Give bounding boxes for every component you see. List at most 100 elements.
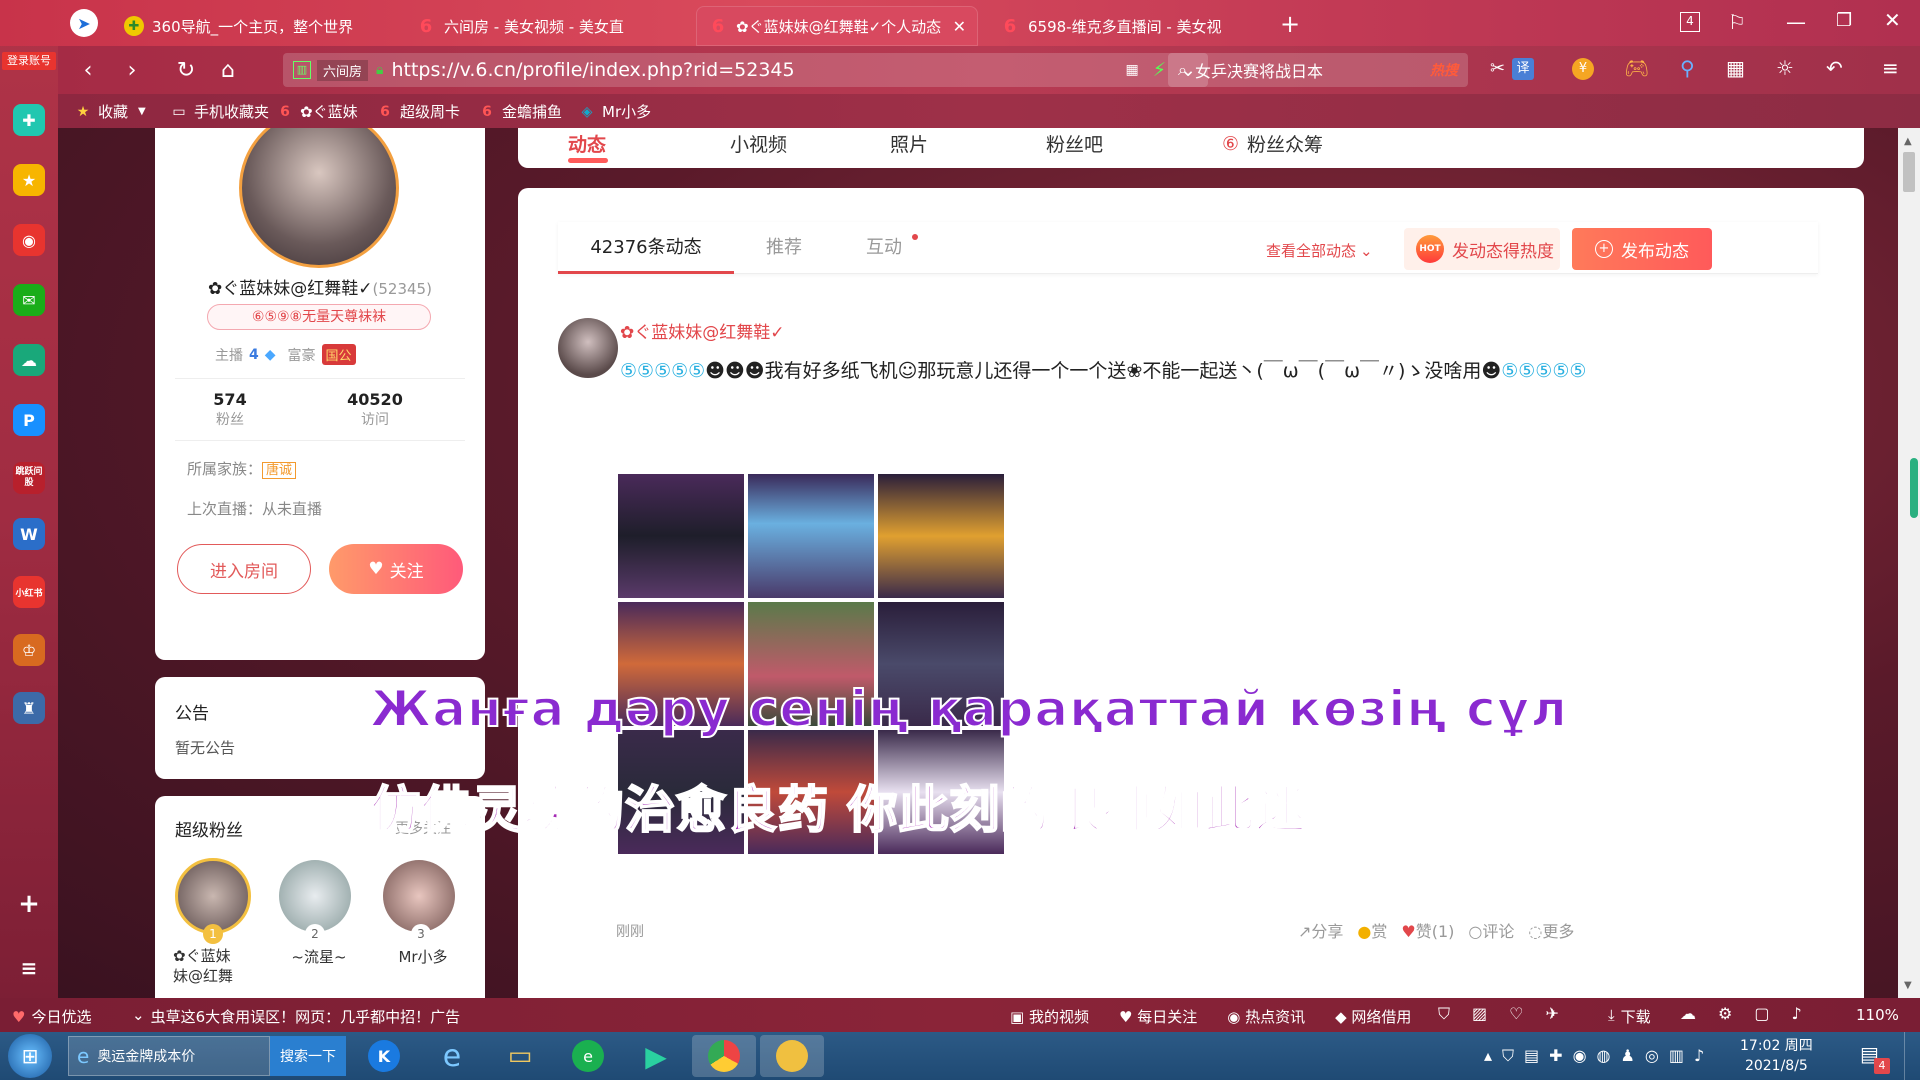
tray-app-icon[interactable]: ♟ <box>1621 1046 1635 1066</box>
more-action[interactable]: ◌更多 <box>1528 918 1574 942</box>
tray-app-icon[interactable]: ◍ <box>1597 1046 1611 1066</box>
minimize-button[interactable]: — <box>1786 10 1806 34</box>
tab-short-video[interactable]: 小视频 <box>730 130 787 157</box>
scroll-up-icon[interactable]: ▲ <box>1904 136 1912 147</box>
follow-button[interactable]: ♥ 关注 <box>329 544 463 594</box>
show-desktop-button[interactable] <box>1904 1032 1920 1080</box>
hot-news-link[interactable]: ◉ 热点资讯 <box>1227 1006 1305 1027</box>
stock-app-icon[interactable]: 跳跃问股 <box>13 462 45 494</box>
scroll-thumb[interactable] <box>1903 152 1915 192</box>
side-handle[interactable] <box>1910 458 1918 518</box>
volume-icon[interactable]: ♪ <box>1694 1046 1704 1066</box>
scroll-down-icon[interactable]: ▼ <box>1904 980 1912 991</box>
taskbar-ie[interactable]: e <box>420 1035 484 1077</box>
volume-icon[interactable]: ♪ <box>1791 1004 1801 1023</box>
add-icon[interactable]: + <box>13 888 45 920</box>
menu-icon[interactable]: ≡ <box>13 952 45 984</box>
tab-profile[interactable]: 6 ✿ぐ蓝妹妹@红舞鞋✓个人动态 ✕ <box>696 6 978 46</box>
undo-icon[interactable]: ↶ <box>1826 56 1843 80</box>
window-icon[interactable]: ▢ <box>1754 1004 1769 1023</box>
comment-action[interactable]: ○评论 <box>1468 918 1514 942</box>
magnifier-icon[interactable]: ⚲ <box>1680 56 1695 80</box>
tab-liujianfang[interactable]: 6 六间房 - 美女视频 - 美女直 <box>404 6 686 46</box>
bookmark-weekly[interactable]: 6 超级周卡 <box>376 101 460 122</box>
taskbar-explorer[interactable]: ▭ <box>488 1035 552 1077</box>
taskbar-search[interactable]: e 奥运金牌成本价 <box>68 1036 270 1076</box>
feed-tab-all[interactable]: 42376条动态 <box>558 222 734 274</box>
download-link[interactable]: ⤓ 下载 <box>1608 1006 1651 1027</box>
back-button[interactable]: ‹ <box>74 56 102 84</box>
bookmark-mrxiaoduo[interactable]: ◈ Mr小多 <box>578 101 652 122</box>
tab-count[interactable]: 4 <box>1680 12 1700 32</box>
tools-icon[interactable]: ⚙ <box>1718 1004 1732 1023</box>
network-icon[interactable]: ▥ <box>1669 1046 1684 1066</box>
coin-icon[interactable]: ¥ <box>1572 58 1594 80</box>
bookmark-fishing[interactable]: 6 金蟾捕鱼 <box>478 101 562 122</box>
new-tab-button[interactable]: + <box>1280 10 1300 38</box>
post-author-avatar[interactable] <box>558 318 618 378</box>
start-button[interactable]: ⊞ <box>8 1034 52 1078</box>
tab-photos[interactable]: 照片 <box>890 130 928 157</box>
network-link[interactable]: ◆ 网络借用 <box>1335 1006 1411 1027</box>
cloud-icon[interactable]: ☁ <box>1680 1004 1696 1023</box>
zoom-level[interactable]: 110% <box>1856 1006 1899 1024</box>
superfan-avatar[interactable] <box>383 860 455 932</box>
mail-icon[interactable]: ✉ <box>13 284 45 316</box>
taskbar-chrome[interactable] <box>692 1035 756 1077</box>
superfan-avatar[interactable] <box>175 858 251 934</box>
tray-app-icon[interactable]: ◉ <box>1573 1046 1587 1066</box>
home-button[interactable]: ⌂ <box>214 56 242 84</box>
close-tab-icon[interactable]: ✕ <box>943 17 966 36</box>
today-picks[interactable]: ♥ 今日优选 <box>12 1006 91 1027</box>
translate-icon[interactable]: 译 <box>1512 58 1534 80</box>
taskbar-avatar-app[interactable] <box>760 1035 824 1077</box>
bookmark-profile[interactable]: 6 ✿ぐ蓝妹 <box>276 101 357 122</box>
share-action[interactable]: ↗分享 <box>1298 918 1343 942</box>
plane-icon[interactable]: ✈ <box>1545 1004 1558 1024</box>
superfan-name[interactable]: Mr小多 <box>383 946 463 967</box>
publish-post-button[interactable]: + 发布动态 <box>1572 228 1712 270</box>
cloud-icon[interactable]: ☁ <box>13 344 45 376</box>
address-bar[interactable]: ▥ 六间房 🔒︎ https://v.6.cn/profile/index.ph… <box>283 53 1208 87</box>
weibo-icon[interactable]: ◉ <box>13 224 45 256</box>
feed-tab-interact[interactable]: 互动 <box>834 222 934 274</box>
tab-360-home[interactable]: ✚ 360导航_一个主页，整个世界 <box>112 6 394 46</box>
superfan-avatar[interactable] <box>279 860 351 932</box>
clock[interactable]: 17:02 周四 2021/8/5 <box>1740 1036 1813 1076</box>
brightness-icon[interactable]: ☼ <box>1776 56 1794 80</box>
hot-post-button[interactable]: HOT 发动态得热度 <box>1404 228 1560 270</box>
post-image[interactable] <box>878 474 1004 598</box>
post-image[interactable] <box>618 474 744 598</box>
tray-app-icon[interactable]: ✚ <box>1549 1046 1562 1066</box>
search-box[interactable]: ⌕ 女乒决赛将战日本 热搜 <box>1168 53 1468 87</box>
tab-crowdfunding[interactable]: ⑥ 粉丝众筹 <box>1222 130 1323 157</box>
tab-dynamic[interactable]: 动态 <box>568 130 606 157</box>
xiaohongshu-icon[interactable]: 小红书 <box>13 576 45 608</box>
tray-app-icon[interactable]: ◎ <box>1645 1046 1659 1066</box>
refresh-button[interactable]: ↻ <box>172 56 200 84</box>
reward-action[interactable]: ●赏 <box>1357 918 1387 942</box>
game-icon[interactable]: ♔ <box>13 634 45 666</box>
feed-tab-recommend[interactable]: 推荐 <box>734 222 834 274</box>
shirt-icon[interactable]: ⚐ <box>1728 10 1746 34</box>
daily-follow-link[interactable]: ♥ 每日关注 <box>1119 1006 1197 1027</box>
tray-arrow-icon[interactable]: ▴ <box>1484 1046 1492 1066</box>
like-action[interactable]: ♥赞(1) <box>1401 918 1454 942</box>
lightning-icon[interactable]: ⚡ <box>1153 59 1166 81</box>
profile-avatar[interactable] <box>239 128 399 268</box>
superfan-name[interactable]: ✿ぐ蓝妹 妹@红舞 <box>173 946 253 986</box>
enter-room-button[interactable]: 进入房间 <box>177 544 311 594</box>
navigation-icon[interactable]: ➤ <box>70 9 98 37</box>
taskbar-360[interactable]: e <box>556 1035 620 1077</box>
page-scrollbar[interactable]: ▲ ▼ <box>1898 128 1920 998</box>
restore-button[interactable]: ❐ <box>1836 10 1852 31</box>
gamepad-icon[interactable]: 🎮︎ <box>1624 56 1649 80</box>
health-icon[interactable]: ♡ <box>1509 1004 1523 1024</box>
post-author-name[interactable]: ✿ぐ蓝妹妹@红舞鞋✓ <box>620 318 785 343</box>
image-icon[interactable]: ▨ <box>1472 1004 1487 1024</box>
grid-icon[interactable]: ▦ <box>1726 56 1745 80</box>
castle-game-icon[interactable]: ♜ <box>13 692 45 724</box>
qr-icon[interactable]: ▦ <box>1126 62 1139 78</box>
tray-app-icon[interactable]: ▤ <box>1524 1046 1539 1066</box>
view-all-dropdown[interactable]: 查看全部动态 ⌄ <box>1266 240 1373 261</box>
